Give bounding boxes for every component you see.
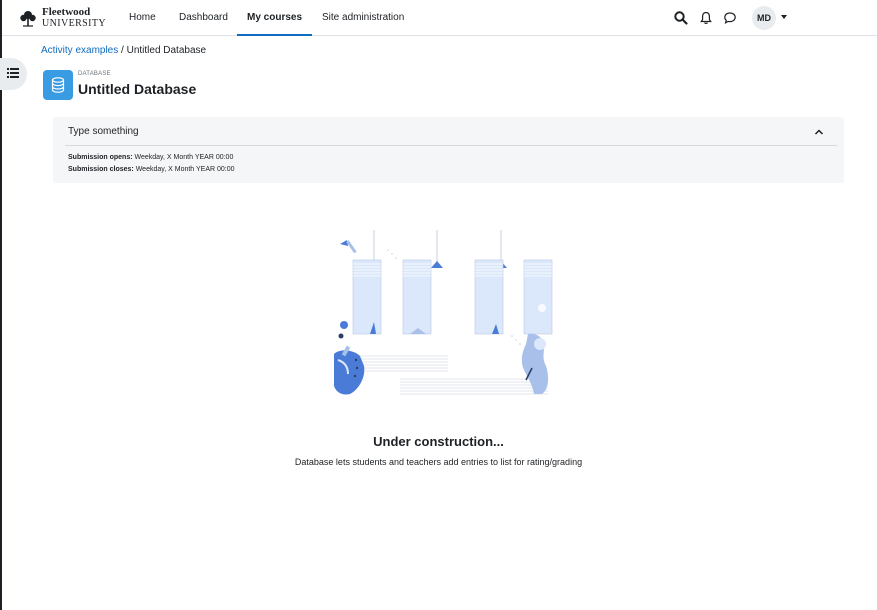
submission-opens-label: Submission opens: bbox=[68, 154, 133, 161]
submission-closes-label: Submission closes: bbox=[68, 166, 134, 173]
chevron-up-icon[interactable] bbox=[813, 126, 825, 138]
empty-state-title: Under construction... bbox=[373, 434, 504, 449]
chat-icon[interactable] bbox=[722, 10, 738, 26]
database-icon bbox=[51, 77, 65, 93]
list-icon bbox=[7, 68, 19, 78]
activity-description: Type something bbox=[68, 126, 139, 137]
breadcrumb-current: Untitled Database bbox=[126, 45, 207, 56]
nav-dashboard[interactable]: Dashboard bbox=[179, 0, 228, 36]
nav-home[interactable]: Home bbox=[129, 0, 156, 36]
submission-opens-value: Weekday, X Month YEAR 00:00 bbox=[132, 154, 234, 161]
breadcrumb-link-activity-examples[interactable]: Activity examples bbox=[41, 45, 118, 56]
bell-icon[interactable] bbox=[698, 10, 714, 26]
top-navbar: Fleetwood UNIVERSITY Home Dashboard My c… bbox=[2, 0, 877, 36]
logo-line-1: Fleetwood bbox=[42, 6, 91, 18]
search-icon[interactable] bbox=[673, 10, 689, 26]
nav-site-administration[interactable]: Site administration bbox=[322, 0, 404, 36]
divider bbox=[65, 145, 837, 146]
logo-line-2: UNIVERSITY bbox=[42, 18, 106, 29]
page-title: Untitled Database bbox=[78, 81, 197, 97]
window-left-edge bbox=[0, 0, 2, 610]
site-logo[interactable]: Fleetwood UNIVERSITY bbox=[18, 7, 106, 29]
submission-closes-row: Submission closes: Weekday, X Month YEAR… bbox=[68, 166, 235, 173]
breadcrumb-separator: / bbox=[118, 45, 127, 56]
logo-text: Fleetwood UNIVERSITY bbox=[42, 6, 106, 29]
course-index-drawer-toggle[interactable] bbox=[0, 58, 27, 90]
under-construction-illustration bbox=[334, 230, 553, 395]
activity-type-label: DATABASE bbox=[78, 71, 111, 77]
chevron-down-icon[interactable] bbox=[781, 15, 787, 19]
breadcrumb: Activity examples / Untitled Database bbox=[41, 45, 206, 56]
activity-icon-container bbox=[43, 70, 73, 100]
empty-state-description: Database lets students and teachers add … bbox=[294, 457, 583, 467]
activity-information: Type something Submission opens: Weekday… bbox=[53, 117, 844, 183]
university-crest-icon bbox=[20, 11, 36, 27]
submission-closes-value: Weekday, X Month YEAR 00:00 bbox=[133, 166, 235, 173]
submission-opens-row: Submission opens: Weekday, X Month YEAR … bbox=[68, 154, 233, 161]
user-avatar[interactable]: MD bbox=[752, 6, 776, 30]
nav-my-courses[interactable]: My courses bbox=[237, 0, 313, 36]
